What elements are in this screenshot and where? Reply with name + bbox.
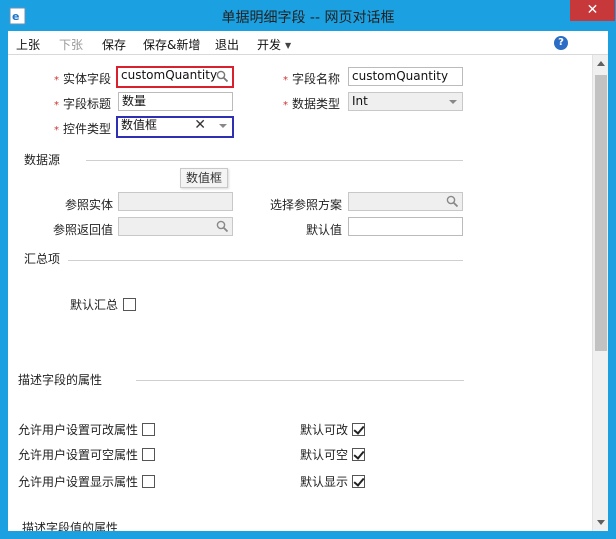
search-icon[interactable] [216,70,229,83]
title-bar[interactable]: e 单据明细字段 -- 网页对话框 ✕ [0,0,616,32]
save-button[interactable]: 保存 [102,36,126,53]
allow-editable-checkbox[interactable] [142,423,155,436]
allow-display-label: 允许用户设置显示属性 [18,475,139,489]
tooltip: 数值框 [180,168,229,188]
field-title-label: * 字段标题 [54,97,112,111]
section-divider [68,260,463,261]
dropdown-arrow-icon [449,100,457,104]
window-title: 单据明细字段 -- 网页对话框 [221,10,395,26]
default-editable-checkbox[interactable] [352,423,365,436]
data-type-select[interactable]: Int [348,92,463,111]
value-attributes-section-title: 描述字段值的属性 [22,521,119,531]
chevron-down-icon: ▼ [285,41,292,50]
required-mark: * [54,75,59,86]
exit-button[interactable]: 退出 [215,36,239,53]
allow-nullable-label: 允许用户设置可空属性 [18,448,139,462]
required-mark: * [54,125,59,136]
prev-button[interactable]: 上张 [16,36,40,53]
vertical-scrollbar[interactable] [592,55,608,531]
scroll-up-icon[interactable] [597,61,605,66]
default-value-label: 默认值 [306,223,343,237]
datasource-section-title: 数据源 [24,153,61,167]
default-editable-label: 默认可改 [300,423,349,437]
section-divider [136,380,464,381]
toolbar: 上张 下张 保存 保存&新增 退出 开发 ▼ ? [8,31,608,55]
field-title-input[interactable]: 数量 [118,92,233,111]
close-icon: ✕ [586,2,599,18]
form-content: * 实体字段 customQuantity * 字段名称 customQuantit… [8,56,592,531]
develop-menu-label: 开发 [257,38,282,52]
allow-editable-label: 允许用户设置可改属性 [18,423,139,437]
section-divider [86,160,463,161]
ref-scheme-label: 选择参照方案 [270,198,343,212]
field-name-label: * 字段名称 [283,72,341,86]
search-icon[interactable] [216,220,229,233]
ref-entity-input[interactable] [118,192,233,211]
default-display-checkbox[interactable] [352,475,365,488]
dialog-body: 上张 下张 保存 保存&新增 退出 开发 ▼ ? * 实体字段 customQuan… [8,31,608,531]
scroll-down-icon[interactable] [597,520,605,525]
allow-nullable-checkbox[interactable] [142,448,155,461]
data-type-label: * 数据类型 [283,97,341,111]
default-nullable-checkbox[interactable] [352,448,365,461]
ref-return-input[interactable] [118,217,233,236]
help-icon[interactable]: ? [554,36,568,50]
default-nullable-label: 默认可空 [300,448,349,462]
required-mark: * [54,100,59,111]
required-mark: * [283,100,288,111]
entity-field-input[interactable]: customQuantity [116,66,234,88]
ref-entity-label: 参照实体 [65,198,114,212]
clear-icon[interactable]: ✕ [194,118,206,133]
allow-display-checkbox[interactable] [142,475,155,488]
save-and-new-button[interactable]: 保存&新增 [143,36,200,53]
default-sum-label: 默认汇总 [70,298,119,312]
default-value-input[interactable] [348,217,463,236]
ref-scheme-input[interactable] [348,192,463,211]
control-type-label: * 控件类型 [54,122,112,136]
required-mark: * [283,75,288,86]
dropdown-arrow-icon[interactable] [219,124,227,128]
default-display-label: 默认显示 [300,475,349,489]
develop-menu[interactable]: 开发 ▼ [257,36,291,53]
default-sum-checkbox[interactable] [123,298,136,311]
entity-field-label: * 实体字段 [54,72,112,86]
summary-section-title: 汇总项 [24,252,61,266]
field-name-input[interactable]: customQuantity [348,67,463,86]
next-button[interactable]: 下张 [59,36,83,53]
close-button[interactable]: ✕ [570,0,615,21]
scrollbar-thumb[interactable] [595,75,607,351]
ref-return-label: 参照返回值 [53,223,114,237]
attributes-section-title: 描述字段的属性 [18,373,103,387]
dialog-window: e 单据明细字段 -- 网页对话框 ✕ 上张 下张 保存 保存&新增 退出 开发… [0,0,616,539]
search-icon[interactable] [446,195,459,208]
control-type-select[interactable]: 数值框 ✕ [116,116,234,138]
